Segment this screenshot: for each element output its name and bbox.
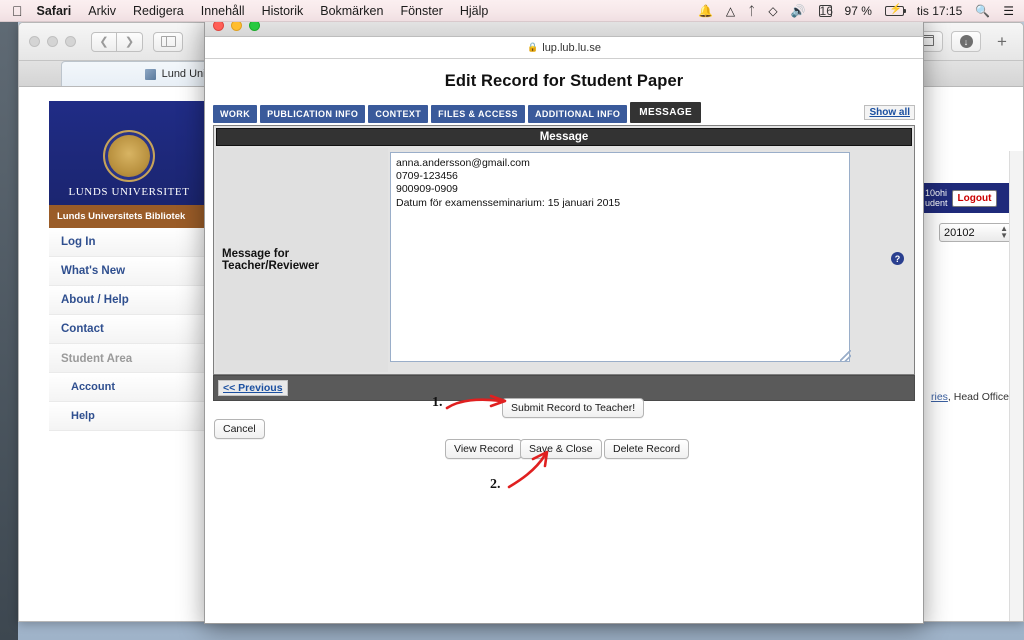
- menu-bar:  Safari Arkiv Redigera Innehåll Histori…: [0, 0, 1024, 22]
- sidebar-item-contact[interactable]: Contact: [49, 315, 209, 344]
- sidebar-item-whats-new[interactable]: What's New: [49, 257, 209, 286]
- annotation-1-label: 1.: [432, 395, 443, 410]
- dialog-content: Edit Record for Student Paper WORK PUBLI…: [205, 59, 923, 623]
- annotation-arrow-2: [507, 450, 549, 489]
- university-name: LUNDS UNIVERSITET: [68, 186, 190, 198]
- dropbox-icon[interactable]: ◇: [768, 4, 777, 18]
- menu-item-hjalp[interactable]: Hjälp: [460, 4, 489, 18]
- menu-bar-status-area: 🔔 △ ᛏ ◇ 🔊 16 97 % ⚡ tis 17:15 🔍 ☰: [685, 4, 1014, 18]
- help-icon[interactable]: ?: [891, 252, 904, 265]
- user-id: 10ohi: [925, 187, 948, 198]
- battery-percent: 97 %: [844, 3, 872, 18]
- bluetooth-icon[interactable]: ᛏ: [748, 4, 755, 18]
- sidebar-item-log-in[interactable]: Log In: [49, 228, 209, 257]
- sidebar-nav: Log In What's New About / Help Contact S…: [49, 228, 209, 431]
- lock-icon: 🔒: [527, 42, 539, 52]
- battery-charging-icon[interactable]: ⚡: [884, 4, 907, 16]
- sidebar-item-help[interactable]: Help: [49, 402, 209, 431]
- favicon-icon: [144, 68, 156, 80]
- calendar-icon[interactable]: 16: [818, 4, 833, 17]
- search-icon[interactable]: 🔍: [975, 4, 990, 18]
- list-icon[interactable]: ☰: [1003, 4, 1014, 18]
- tab-work[interactable]: WORK: [213, 105, 258, 123]
- screen: ❮ ❯ ↓ + Lund University LUNDS UNIVERSITE…: [0, 0, 1024, 640]
- forward-button[interactable]: ❯: [117, 31, 143, 52]
- sidebar-icon[interactable]: [153, 31, 183, 52]
- message-panel-header: Message: [216, 128, 912, 146]
- address-bar-url: lup.lub.lu.se: [542, 41, 601, 54]
- site-footer: ries, Head Office: [931, 391, 1009, 403]
- menu-item-fonster[interactable]: Fönster: [400, 4, 442, 18]
- chevron-updown-icon: ▲ ▼: [1000, 223, 1008, 240]
- tab-files-and-access[interactable]: FILES & ACCESS: [431, 105, 525, 123]
- previous-link[interactable]: << Previous: [218, 380, 288, 396]
- bell-icon[interactable]: 🔔: [698, 4, 713, 18]
- footer-link[interactable]: ries: [931, 391, 948, 403]
- tab-context[interactable]: CONTEXT: [368, 105, 429, 123]
- footer-text: , Head Office: [947, 391, 1009, 403]
- menu-item-innehall[interactable]: Innehåll: [201, 4, 245, 18]
- message-field-cell: ?: [388, 148, 912, 372]
- cancel-button[interactable]: Cancel: [214, 419, 265, 439]
- zoom-button-inactive[interactable]: [65, 36, 76, 47]
- close-button-inactive[interactable]: [29, 36, 40, 47]
- user-box: 10ohi udent Logout: [921, 183, 1013, 213]
- university-seal-icon: [103, 130, 155, 182]
- menu-item-arkiv[interactable]: Arkiv: [88, 4, 116, 18]
- dialog-bottom-padding: [205, 593, 923, 623]
- tab-publication-info[interactable]: PUBLICATION INFO: [260, 105, 366, 123]
- textarea-resize-handle[interactable]: [840, 350, 851, 361]
- sidebar-item-account[interactable]: Account: [49, 373, 209, 402]
- user-role: udent: [925, 198, 948, 208]
- library-bar: Lunds Universitets Bibliotek: [49, 205, 209, 228]
- apple-icon[interactable]: : [12, 4, 23, 18]
- new-tab-button[interactable]: +: [991, 32, 1013, 52]
- sidebar-item-about-help[interactable]: About / Help: [49, 286, 209, 315]
- background-scrollbar[interactable]: [1009, 151, 1023, 621]
- tab-message[interactable]: MESSAGE: [630, 102, 702, 123]
- tab-additional-info[interactable]: ADDITIONAL INFO: [527, 105, 628, 123]
- menu-item-historik[interactable]: Historik: [262, 4, 304, 18]
- show-all-link[interactable]: Show all: [864, 105, 915, 120]
- message-field-label: Message for Teacher/Reviewer: [216, 148, 388, 372]
- volume-icon[interactable]: 🔊: [791, 4, 806, 18]
- address-bar[interactable]: 🔒 lup.lub.lu.se: [205, 37, 923, 59]
- logout-button[interactable]: Logout: [951, 189, 998, 207]
- message-panel-row: Message for Teacher/Reviewer ?: [216, 148, 912, 372]
- google-drive-icon[interactable]: △: [726, 4, 735, 18]
- clock: tis 17:15: [916, 3, 963, 18]
- edit-record-window[interactable]: 🔒 lup.lub.lu.se Edit Record for Student …: [204, 14, 924, 624]
- desktop-left-strip: [0, 22, 18, 640]
- message-textarea[interactable]: [390, 152, 850, 362]
- term-select[interactable]: 20102 ▲ ▼: [939, 223, 1013, 242]
- submit-record-button[interactable]: Submit Record to Teacher!: [502, 398, 645, 418]
- term-select-value: 20102: [944, 226, 975, 239]
- minimize-button-inactive[interactable]: [47, 36, 58, 47]
- menu-item-redigera[interactable]: Redigera: [133, 4, 184, 18]
- menu-item-safari[interactable]: Safari: [37, 4, 72, 18]
- annotation-2-label: 2.: [490, 477, 501, 492]
- message-panel: Message Message for Teacher/Reviewer ?: [213, 125, 915, 375]
- annotation-arrow-1: [445, 394, 507, 410]
- site-sidebar: LUNDS UNIVERSITET Lunds Universitets Bib…: [49, 101, 209, 431]
- record-tabs: WORK PUBLICATION INFO CONTEXT FILES & AC…: [213, 102, 915, 123]
- menu-item-bokmarken[interactable]: Bokmärken: [320, 4, 383, 18]
- page-title: Edit Record for Student Paper: [444, 72, 684, 90]
- downloads-icon[interactable]: ↓: [951, 31, 981, 52]
- sidebar-group-student-area: Student Area: [49, 344, 209, 373]
- back-button[interactable]: ❮: [91, 31, 117, 52]
- university-banner: LUNDS UNIVERSITET: [49, 101, 209, 205]
- delete-record-button[interactable]: Delete Record: [604, 439, 690, 459]
